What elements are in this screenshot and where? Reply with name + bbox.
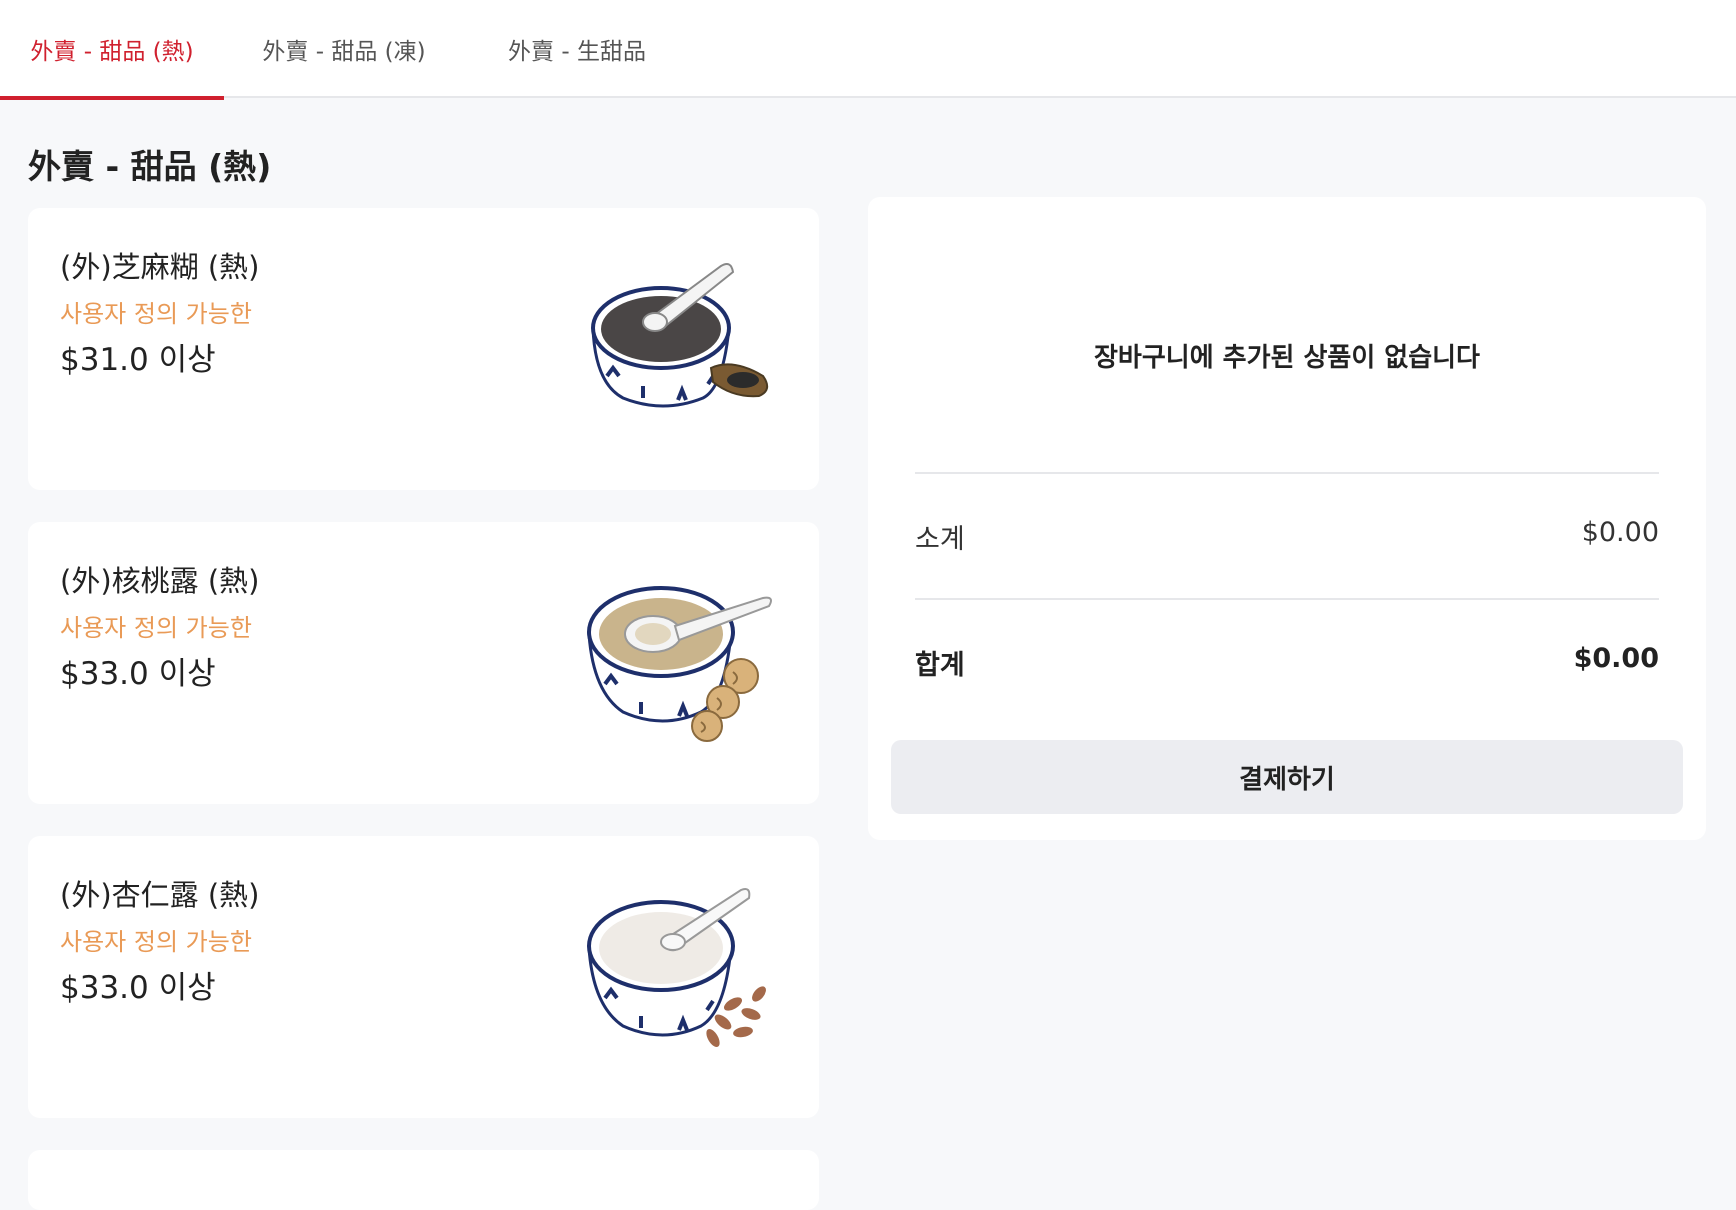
tab-raw-desserts[interactable]: 外賣 - 生甜品 xyxy=(464,0,690,98)
total-value: $0.00 xyxy=(1573,643,1659,674)
walnut-soup-bowl-icon xyxy=(587,586,772,742)
tab-cold-desserts[interactable]: 外賣 - 甜品 (凍) xyxy=(224,0,464,98)
checkout-button[interactable]: 결제하기 xyxy=(891,740,1683,814)
total-row: 합계 $0.00 xyxy=(915,643,1659,682)
item-price: $33.0 이상 xyxy=(60,970,216,1006)
cart-empty-message: 장바구니에 추가된 상품이 없습니다 xyxy=(1094,343,1480,373)
item-customizable-label: 사용자 정의 가능한 xyxy=(60,300,252,328)
item-price: $31.0 이상 xyxy=(60,342,216,378)
tab-hot-desserts[interactable]: 外賣 - 甜品 (熱) xyxy=(0,0,224,100)
item-name: (外)芝麻糊 (熱) xyxy=(60,250,260,284)
subtotal-row: 소계 $0.00 xyxy=(915,517,1659,556)
item-name: (外)核桃露 (熱) xyxy=(60,564,260,598)
item-price: $33.0 이상 xyxy=(60,656,216,692)
category-tab-bar: 外賣 - 甜品 (熱) 外賣 - 甜品 (凍) 外賣 - 生甜品 xyxy=(0,0,1736,100)
black-sesame-soup-bowl-icon xyxy=(591,263,769,408)
menu-item-card[interactable] xyxy=(28,1150,819,1210)
item-name: (外)杏仁露 (熱) xyxy=(60,878,260,912)
menu-item-card[interactable]: (外)核桃露 (熱) 사용자 정의 가능한 $33.0 이상 xyxy=(28,522,819,804)
subtotal-label: 소계 xyxy=(915,524,965,555)
divider xyxy=(915,598,1659,600)
divider xyxy=(915,472,1659,474)
menu-item-card[interactable]: (外)芝麻糊 (熱) 사용자 정의 가능한 $31.0 이상 xyxy=(28,208,819,490)
total-label: 합계 xyxy=(915,650,965,681)
menu-item-card[interactable]: (外)杏仁露 (熱) 사용자 정의 가능한 $33.0 이상 xyxy=(28,836,819,1118)
subtotal-value: $0.00 xyxy=(1581,517,1659,548)
section-title: 外賣 - 甜品 (熱) xyxy=(28,147,272,186)
item-customizable-label: 사용자 정의 가능한 xyxy=(60,928,252,956)
cart-panel: 장바구니에 추가된 상품이 없습니다 소계 $0.00 합계 $0.00 결제하… xyxy=(868,197,1706,840)
item-customizable-label: 사용자 정의 가능한 xyxy=(60,614,252,642)
almond-soup-bowl-icon xyxy=(587,888,766,1048)
